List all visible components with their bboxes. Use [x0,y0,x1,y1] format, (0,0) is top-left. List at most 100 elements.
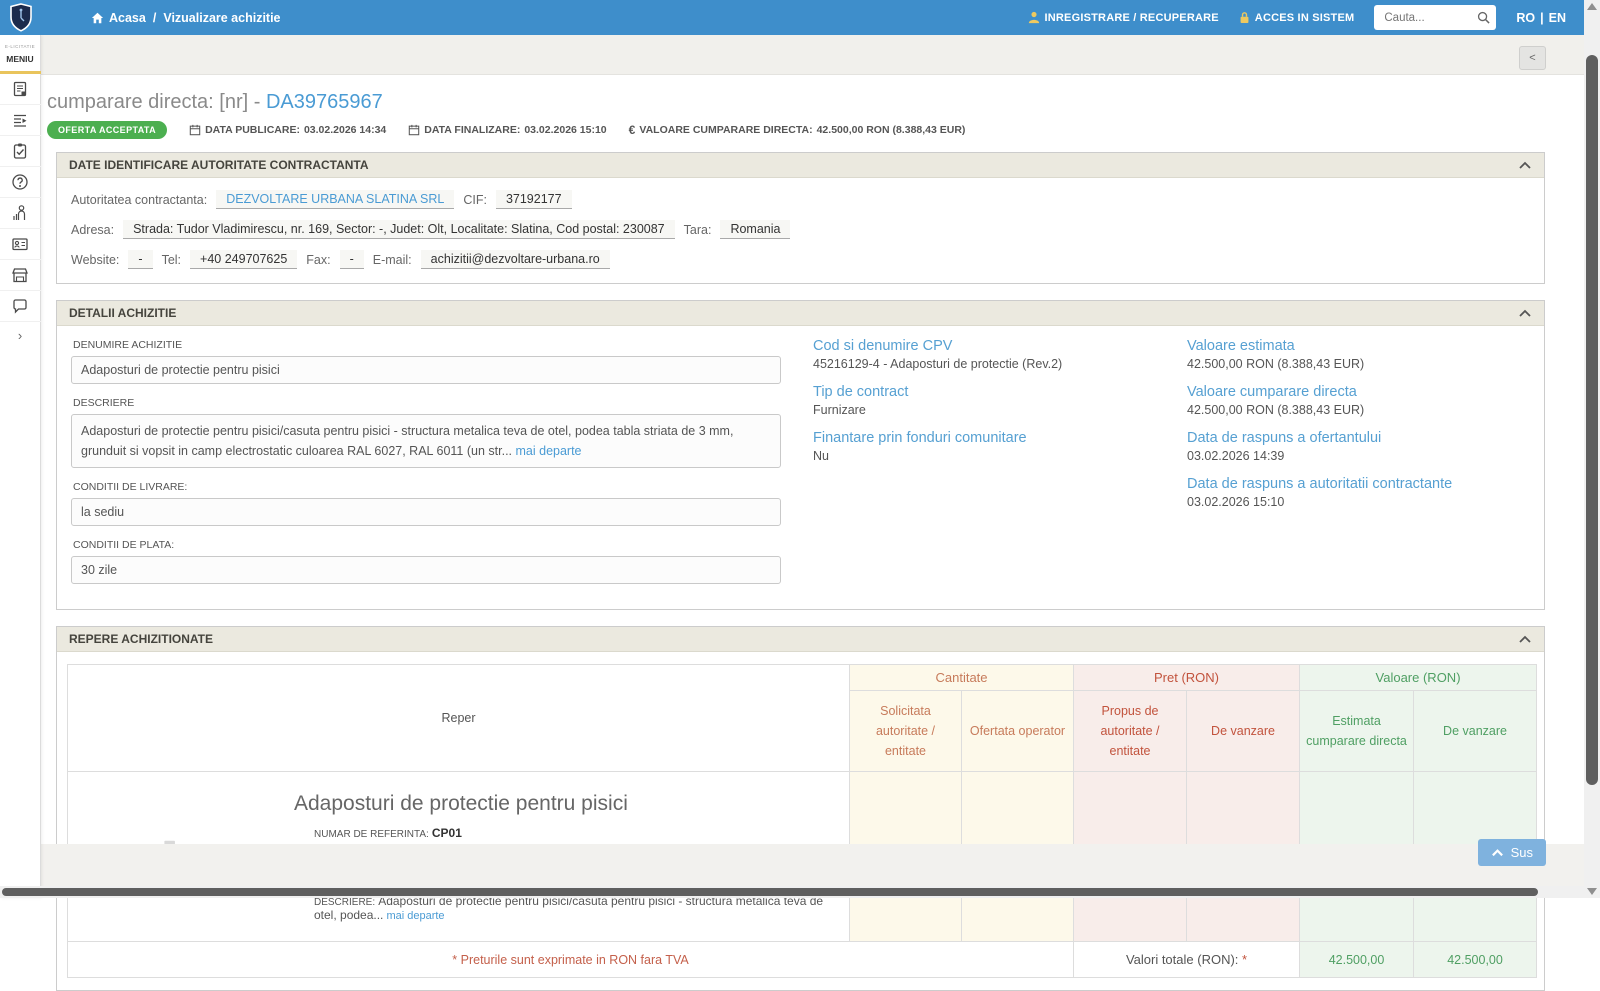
system-access-label[interactable]: ACCES IN SISTEM [1255,12,1355,24]
calendar-icon [408,124,420,136]
publish-date: DATA PUBLICARE: 03.02.2026 14:34 [189,124,386,136]
contracting-authority-link[interactable]: DEZVOLTARE URBANA SLATINA SRL [216,190,454,209]
items-table: Reper Cantitate Pret (RON) Valoare (RON)… [67,664,1537,978]
horizontal-scrollbar-thumb[interactable] [2,888,1538,896]
estimated-value-label: Valoare estimata [1187,338,1530,354]
breadcrumb-home-link[interactable]: Acasa [91,11,146,25]
direct-purchase-value-amount: 42.500,00 RON (8.388,43 EUR) [817,124,966,136]
authority-row-1: Autoritatea contractanta: DEZVOLTARE URB… [71,190,1530,209]
search-box[interactable] [1374,5,1496,30]
breadcrumb-current: Vizualizare achizitie [163,11,280,25]
direct-purchase-value: € VALOARE CUMPARARE DIRECTA: 42.500,00 R… [629,123,966,137]
section-details: DETALII ACHIZITIE DENUMIRE ACHIZITIE Ada… [56,300,1545,610]
tel-label: Tel: [162,253,181,267]
email-label: E-mail: [373,253,412,267]
item-title: Adaposturi de protectie pentru pisici [294,792,835,816]
vertical-scrollbar[interactable] [1584,0,1600,898]
country-label: Tara: [684,223,712,237]
column-header-price-proposed: Propus de autoritate / entitate [1074,691,1187,772]
breadcrumb-home-label[interactable]: Acasa [109,11,146,25]
column-header-value-estimated: Estimata cumparare directa [1300,691,1414,772]
lang-en-button[interactable]: EN [1549,11,1566,25]
item-description-more-link[interactable]: mai departe [386,910,444,922]
sidebar-item-catalog[interactable] [0,260,41,291]
page-title: cumparare directa: [nr] - DA39765967 [47,91,1570,114]
sidebar-item-procedures[interactable] [0,105,41,136]
direct-purchase-block: Valoare cumparare directa 42.500,00 RON … [1187,384,1530,417]
item-reference-value: CP01 [432,826,462,840]
search-icon[interactable] [1477,11,1490,24]
sidebar-expand-button[interactable]: › [18,328,22,343]
scroll-up-arrow[interactable] [1587,3,1597,10]
horizontal-scrollbar[interactable] [0,886,1584,898]
tel-value: +40 249707625 [190,250,297,269]
fax-value: - [340,250,364,269]
chevron-up-icon[interactable] [1518,635,1532,644]
main-content-area: < cumparare directa: [nr] - DA39765967 O… [41,35,1584,886]
totals-asterisk: * [1242,952,1247,967]
app-logo[interactable] [0,3,41,32]
group-header-quantity: Cantitate [850,665,1074,691]
authority-response-label: Data de raspuns a autoritatii contractan… [1187,476,1530,492]
breadcrumb-separator: / [153,11,156,25]
delivery-conditions-field: la sediu [71,498,781,526]
contract-type-block: Tip de contract Furnizare [813,384,1187,417]
scroll-to-top-button[interactable]: Sus [1478,839,1546,866]
acquisition-number-link[interactable]: DA39765967 [266,91,383,113]
page-title-prefix: cumparare directa: [nr] - [47,91,260,113]
system-access-link[interactable]: ACCES IN SISTEM [1239,11,1355,24]
column-header-reper: Reper [68,665,850,772]
description-label: DESCRIERE [73,397,813,409]
group-header-value: Valoare (RON) [1300,665,1537,691]
sidebar-item-news[interactable] [0,74,41,105]
acquisition-name-label: DENUMIRE ACHIZITIE [73,339,813,351]
column-header-qty-requested: Solicitata autoritate / entitate [850,691,962,772]
sidebar-item-feedback[interactable] [0,291,41,322]
sidebar-item-contacts[interactable] [0,229,41,260]
chevron-up-icon[interactable] [1518,161,1532,170]
table-group-header-row: Reper Cantitate Pret (RON) Valoare (RON) [68,665,1537,691]
sidebar-item-statistics[interactable] [0,198,41,229]
sidebar-item-verification[interactable] [0,136,41,167]
sidebar-item-help[interactable] [0,167,41,198]
lang-ro-button[interactable]: RO [1516,11,1535,25]
calendar-icon [189,124,201,136]
language-switcher: RO | EN [1516,11,1566,25]
cif-value: 37192177 [496,190,572,209]
vertical-scrollbar-thumb[interactable] [1586,55,1598,785]
storefront-icon [11,266,29,284]
section-details-header[interactable]: DETALII ACHIZITIE [57,301,1544,326]
scroll-to-top-label[interactable]: Sus [1511,845,1533,860]
description-text: Adaposturi de protectie pentru pisici/ca… [81,424,733,458]
column-header-qty-offered: Ofertata operator [962,691,1074,772]
direct-purchase-amount: 42.500,00 RON (8.388,43 EUR) [1187,403,1530,417]
lock-icon [1239,11,1250,24]
section-authority-title: DATE IDENTIFICARE AUTORITATE CONTRACTANT… [69,158,369,172]
scroll-down-arrow[interactable] [1587,888,1597,895]
email-value: achizitii@dezvoltare-urbana.ro [421,250,610,269]
address-value: Strada: Tudor Vladimirescu, nr. 169, Sec… [123,220,675,239]
section-items-header[interactable]: REPERE ACHIZITIONATE [57,627,1544,652]
total-sale-value: 42.500,00 [1414,942,1537,978]
delivery-conditions-label: CONDITII DE LIVRARE: [73,481,813,493]
register-recovery-label[interactable]: INREGISTRARE / RECUPERARE [1045,12,1219,24]
totals-label-cell: Valori totale (RON): * [1074,942,1300,978]
cpv-block: Cod si denumire CPV 45216129-4 - Adapost… [813,338,1187,371]
item-reference-line: NUMAR DE REFERINTA: CP01 [314,826,835,840]
estimated-value-value: 42.500,00 RON (8.388,43 EUR) [1187,357,1530,371]
euro-icon: € [629,123,636,137]
description-more-link[interactable]: mai departe [516,444,582,458]
section-authority-header[interactable]: DATE IDENTIFICARE AUTORITATE CONTRACTANT… [57,153,1544,178]
collapse-panel-button[interactable]: < [1519,46,1546,70]
details-info-column-2: Valoare estimata 42.500,00 RON (8.388,43… [1187,338,1530,597]
column-header-price-sale: De vanzare [1187,691,1300,772]
bidder-response-block: Data de raspuns a ofertantului 03.02.202… [1187,430,1530,463]
chevron-up-icon[interactable] [1518,309,1532,318]
authority-response-value: 03.02.2026 15:10 [1187,495,1530,509]
search-input[interactable] [1382,11,1470,25]
register-recovery-link[interactable]: INREGISTRARE / RECUPERARE [1028,11,1219,24]
lang-separator: | [1540,11,1544,25]
section-authority-body: Autoritatea contractanta: DEZVOLTARE URB… [57,178,1544,283]
details-form-column: DENUMIRE ACHIZITIE Adaposturi de protect… [71,338,813,597]
publish-date-value: 03.02.2026 14:34 [304,124,386,136]
